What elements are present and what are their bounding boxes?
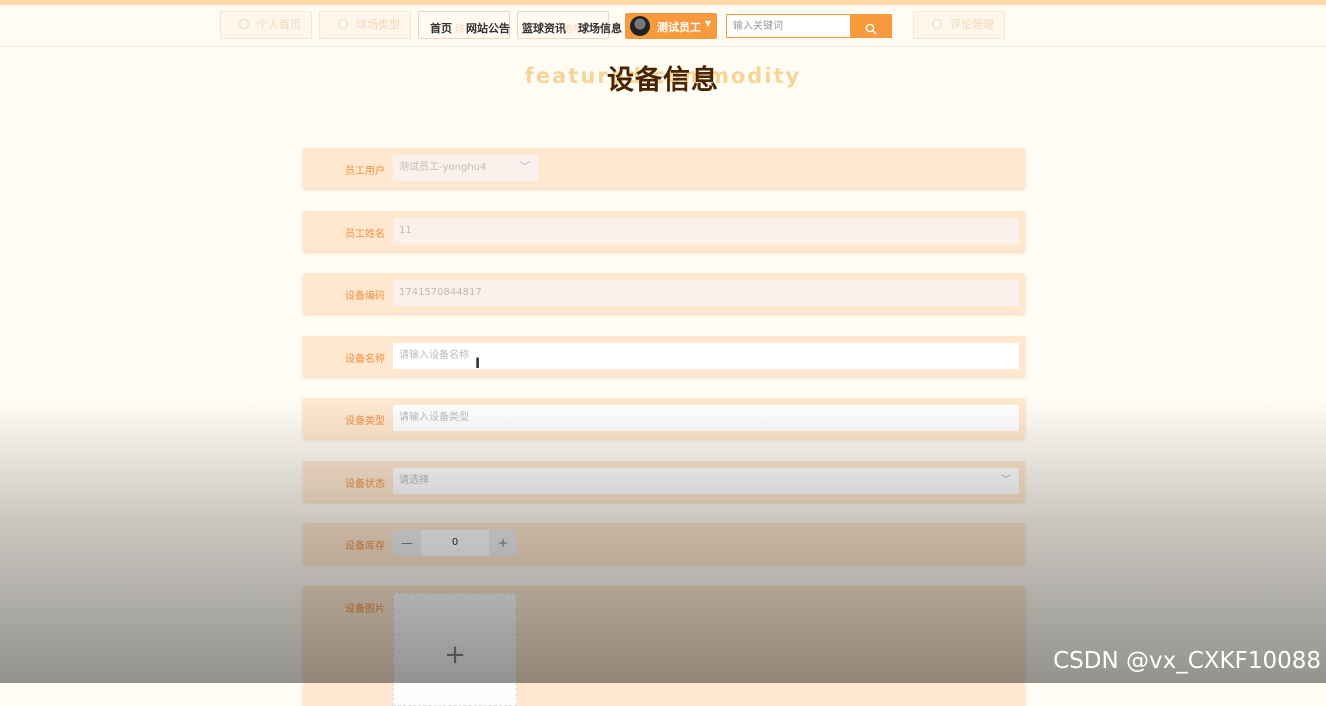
search-icon bbox=[865, 23, 877, 35]
nav-link-basketball-news[interactable]: 篮球资讯 bbox=[522, 20, 566, 36]
device-stock-label: 设备库存 bbox=[345, 541, 385, 552]
device-name-label: 设备名称 bbox=[345, 354, 385, 365]
employee-user-label: 员工用户 bbox=[345, 166, 385, 177]
nav-ghost-fragment: 球 bbox=[455, 24, 465, 35]
chevron-down-icon: ﹀ bbox=[1001, 475, 1011, 486]
top-accent-strip bbox=[0, 0, 1326, 5]
nav-ghost-label: 球场类型 bbox=[356, 18, 400, 31]
employee-name-field[interactable]: 11 bbox=[393, 218, 1019, 244]
device-stock-value[interactable]: 0 bbox=[421, 530, 489, 556]
device-image-label: 设备图片 bbox=[345, 604, 385, 615]
nav-ghost-label: 个人首页 bbox=[257, 18, 301, 31]
form-row-device-type: 设备类型 请输入设备类型 bbox=[303, 398, 1025, 438]
device-type-label: 设备类型 bbox=[345, 416, 385, 427]
form-row-device-status: 设备状态 请选择 ﹀ bbox=[303, 461, 1025, 501]
watermark: CSDN @vx_CXKF10088 bbox=[1053, 648, 1321, 674]
employee-name-value: 11 bbox=[399, 225, 412, 236]
form-row-employee-user: 员工用户 测试员工-yonghu4 ﹀ bbox=[303, 148, 1025, 188]
device-type-placeholder: 请输入设备类型 bbox=[399, 412, 469, 423]
caret-down-icon: ▼ bbox=[704, 19, 711, 28]
device-code-label: 设备编码 bbox=[345, 291, 385, 302]
device-name-placeholder: 请输入设备名称 bbox=[399, 350, 469, 361]
search-input[interactable] bbox=[726, 14, 850, 38]
page-title: 设备信息 bbox=[607, 65, 719, 96]
device-type-input[interactable]: 请输入设备类型 bbox=[393, 405, 1019, 431]
device-name-input[interactable]: 请输入设备名称 bbox=[393, 343, 1019, 369]
avatar bbox=[630, 16, 650, 36]
nav-ghost-item-comments[interactable]: 评论管理 bbox=[913, 11, 1005, 39]
device-stock-stepper: — 0 + bbox=[393, 530, 517, 556]
nav-ghost-item-home[interactable]: 个人首页 bbox=[220, 11, 312, 39]
employee-user-value: 测试员工-yonghu4 bbox=[399, 162, 487, 173]
image-upload-area[interactable]: + bbox=[393, 593, 517, 706]
employee-name-label: 员工姓名 bbox=[345, 229, 385, 240]
circle-icon bbox=[338, 19, 348, 29]
circle-icon bbox=[239, 19, 249, 29]
nav-link-home[interactable]: 首页 bbox=[430, 20, 452, 36]
nav-ghost-item-court-type[interactable]: 球场类型 bbox=[319, 11, 411, 39]
device-status-placeholder: 请选择 bbox=[399, 475, 429, 486]
increment-button[interactable]: + bbox=[489, 530, 517, 556]
form-row-device-image: 设备图片 + bbox=[303, 586, 1025, 706]
nav-link-announcements[interactable]: 网站公告 bbox=[466, 20, 510, 36]
header-divider bbox=[0, 46, 1326, 47]
user-menu-button[interactable]: 测试员工 ▼ bbox=[625, 13, 717, 39]
device-code-field[interactable]: 1741570844817 bbox=[393, 280, 1019, 306]
circle-icon bbox=[932, 19, 942, 29]
device-code-value: 1741570844817 bbox=[399, 287, 482, 298]
nav-ghost-label: 评论管理 bbox=[950, 18, 994, 31]
device-status-label: 设备状态 bbox=[345, 479, 385, 490]
form-row-device-name: 设备名称 请输入设备名称 bbox=[303, 336, 1025, 376]
plus-icon: + bbox=[444, 640, 466, 670]
form-row-device-code: 设备编码 1741570844817 bbox=[303, 273, 1025, 313]
chevron-down-icon: ﹀ bbox=[520, 162, 530, 173]
form-row-employee-name: 员工姓名 11 bbox=[303, 211, 1025, 251]
search-button[interactable] bbox=[850, 14, 892, 38]
form-row-device-stock: 设备库存 — 0 + bbox=[303, 523, 1025, 563]
employee-user-select[interactable]: 测试员工-yonghu4 ﹀ bbox=[393, 155, 538, 181]
device-status-select[interactable]: 请选择 ﹀ bbox=[393, 468, 1019, 494]
nav-link-court-info[interactable]: 球场信息 bbox=[578, 20, 622, 36]
user-name: 测试员工 bbox=[657, 21, 701, 34]
text-cursor-icon: I bbox=[475, 356, 481, 372]
decrement-button[interactable]: — bbox=[393, 530, 421, 556]
